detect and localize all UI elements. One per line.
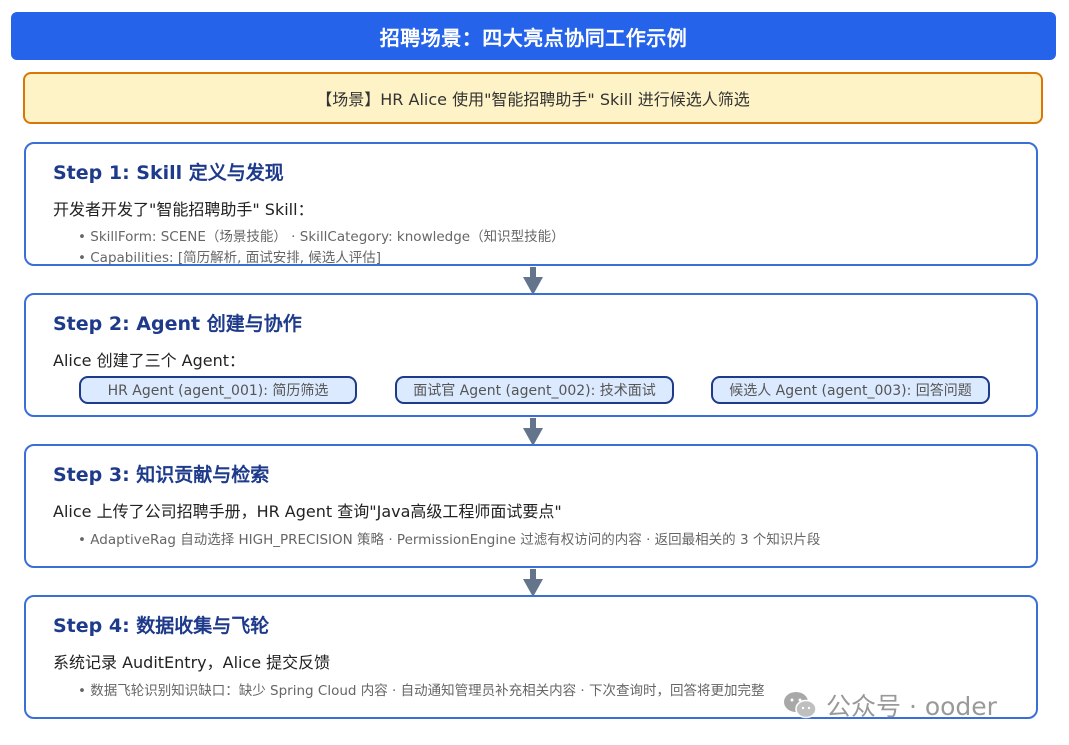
step-3-bullet-1: • AdaptiveRag 自动选择 HIGH_PRECISION 策略 · P… — [78, 532, 821, 548]
step-1-box: Step 1: Skill 定义与发现 开发者开发了"智能招聘助手" Skill… — [24, 142, 1038, 266]
step-2-box: Step 2: Agent 创建与协作 Alice 创建了三个 Agent： H… — [24, 293, 1038, 417]
step-1-title: Step 1: Skill 定义与发现 — [53, 162, 284, 184]
step-1-bullet-1: • SkillForm: SCENE（场景技能） · SkillCategory… — [78, 229, 565, 245]
step-3-box: Step 3: 知识贡献与检索 Alice 上传了公司招聘手册，HR Agent… — [24, 444, 1038, 568]
step-2-description: Alice 创建了三个 Agent： — [53, 351, 246, 370]
wechat-icon — [784, 692, 817, 719]
step-4-description: 系统记录 AuditEntry，Alice 提交反馈 — [53, 653, 331, 672]
agent-pill-interviewer: 面试官 Agent (agent_002): 技术面试 — [395, 376, 674, 404]
agent-pill-hr: HR Agent (agent_001): 简历筛选 — [79, 376, 357, 404]
step-4-bullet-1: • 数据飞轮识别知识缺口：缺少 Spring Cloud 内容 · 自动通知管理… — [78, 683, 765, 699]
step-4-title: Step 4: 数据收集与飞轮 — [53, 615, 270, 637]
step-1-description: 开发者开发了"智能招聘助手" Skill： — [53, 200, 314, 219]
step-3-title: Step 3: 知识贡献与检索 — [53, 464, 270, 486]
agent-pill-candidate: 候选人 Agent (agent_003): 回答问题 — [711, 376, 990, 404]
step-3-description: Alice 上传了公司招聘手册，HR Agent 查询"Java高级工程师面试要… — [53, 502, 562, 521]
step-2-title: Step 2: Agent 创建与协作 — [53, 313, 302, 335]
scenario-box: 【场景】HR Alice 使用"智能招聘助手" Skill 进行候选人筛选 — [23, 72, 1043, 124]
watermark-text: 公众号 · ooder — [826, 692, 997, 721]
watermark: 公众号 · ooder — [782, 687, 997, 723]
step-1-bullet-2: • Capabilities: [简历解析, 面试安排, 候选人评估] — [78, 250, 382, 266]
diagram-title: 招聘场景：四大亮点协同工作示例 — [11, 12, 1056, 60]
